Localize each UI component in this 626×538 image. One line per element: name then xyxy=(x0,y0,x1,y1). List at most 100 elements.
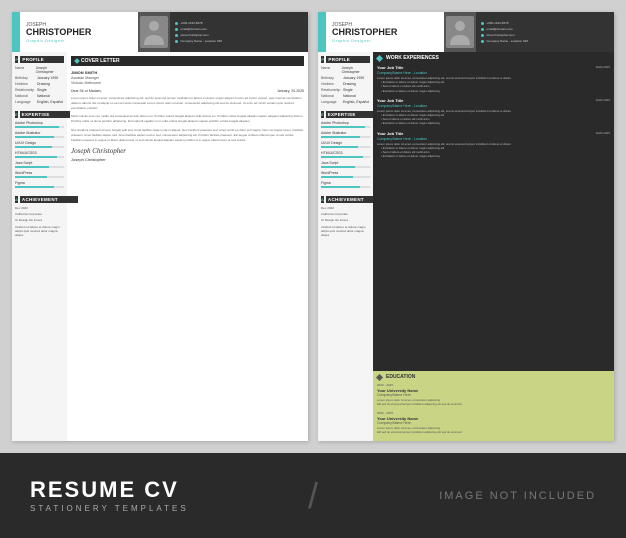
work-diamond-icon xyxy=(376,54,383,61)
dot-icon xyxy=(481,22,484,25)
person-icon xyxy=(144,19,164,45)
expertise-js: Java Script xyxy=(15,161,64,168)
expertise-header: E EXPERTISE xyxy=(15,111,64,118)
achievement-header: A ACHIEVEMENT xyxy=(15,196,64,203)
cover-para3: Nec tincidunt praesent tempor feugiat ve… xyxy=(71,128,304,142)
dot-icon xyxy=(175,34,178,37)
signature-name: Joseph Christopher xyxy=(71,157,304,162)
profile-relationship: Relationship Single xyxy=(15,88,64,92)
signature-area: Joseph Christopher Joseph Christopher xyxy=(71,147,304,162)
left-photo xyxy=(138,12,170,52)
left-body: P PROFILE Name Joseph Christopher Birthd… xyxy=(12,52,308,441)
expertise-wp: WordPress xyxy=(15,171,64,178)
expertise-photoshop: Adobe Photoshop xyxy=(15,121,64,128)
right-contact-address: Company Name - Location 328 xyxy=(481,39,609,43)
cover-city: Victoria, Melbourne xyxy=(71,81,304,85)
expertise-figma: Figma xyxy=(15,181,64,188)
bottom-left: RESUME CV STATIONERY TEMPLATES xyxy=(30,479,288,513)
bottom-right-text: IMAGE NOT INCLUDED xyxy=(338,490,596,502)
right-achievement-section: A ACHIEVEMENT Dec 2020 California Corpor… xyxy=(321,196,370,239)
expertise-section: E EXPERTISE Adobe Photoshop Adobe Illust… xyxy=(15,111,64,191)
edu-title: EDUCATION xyxy=(377,374,610,380)
profile-birthday: Birthday January 1990 xyxy=(15,76,64,80)
right-profile-icon: P xyxy=(321,56,324,63)
profile-name: Name Joseph Christopher xyxy=(15,66,64,74)
dot-icon xyxy=(175,22,178,25)
contact-phone: +000-1234-5678 xyxy=(175,21,303,25)
signature: Joseph Christopher xyxy=(71,147,304,155)
dot-icon xyxy=(175,28,178,31)
expertise-icon: E xyxy=(15,111,18,118)
resumes-section: JOSEPH CHRISTOPHER Graphic Designer xyxy=(0,0,626,453)
cover-title: COVER LETTER xyxy=(71,56,304,66)
cover-para2: Morbi volutis eros nec mollis. Ea conseq… xyxy=(71,114,304,124)
cover-to-name: JIMON SMITH xyxy=(71,70,304,75)
right-profile-header: P PROFILE xyxy=(321,56,370,63)
dot-icon xyxy=(481,28,484,31)
left-job-title: Graphic Designer xyxy=(26,38,132,43)
achievement-icon: A xyxy=(15,196,18,203)
contact-email: email@domain.com xyxy=(175,27,303,31)
profile-hobbies: Hobbies Drawing xyxy=(15,82,64,86)
work-title: WORK EXPERIENCES xyxy=(377,55,610,61)
right-sidebar: P PROFILE Name Joseph Christopher Birthd… xyxy=(318,52,373,441)
left-contact: +000-1234-5678 email@domain.com www.chri… xyxy=(170,12,308,52)
right-contact-phone: +000-1234-5678 xyxy=(481,21,609,25)
profile-national: National National xyxy=(15,94,64,98)
achievement-company: California Corporate xyxy=(15,212,64,216)
right-contact-website: www.christopher.com xyxy=(481,33,609,37)
resume-right: JOSEPH CHRISTOPHER Graphic Designer xyxy=(318,12,614,441)
cover-para1: Lorem ipsum dolor sit amet, consectetur … xyxy=(71,96,304,110)
left-name-area: JOSEPH CHRISTOPHER Graphic Designer xyxy=(20,12,138,52)
work-item-2: Your Job Title 2020-2025 Company/Name He… xyxy=(377,98,610,126)
work-section: WORK EXPERIENCES Your Job Title 2020-202… xyxy=(373,52,614,371)
bottom-right: IMAGE NOT INCLUDED xyxy=(338,490,596,502)
photo-placeholder xyxy=(140,16,168,48)
right-expertise-section: E EXPERTISE Adobe Photoshop Adobe Illust… xyxy=(321,111,370,191)
right-photo-placeholder xyxy=(446,16,474,48)
right-profile-title: PROFILE xyxy=(326,56,370,63)
left-sidebar: P PROFILE Name Joseph Christopher Birthd… xyxy=(12,52,67,441)
right-job-title: Graphic Designer xyxy=(332,38,438,43)
achievement-desc: Incidunt ut labore et dolore magni adipi… xyxy=(15,225,64,238)
right-teal-bar xyxy=(318,12,326,52)
right-photo xyxy=(444,12,476,52)
expertise-html: HTML5/CSS3 xyxy=(15,151,64,158)
left-last-name: CHRISTOPHER xyxy=(26,28,132,37)
work-edu-content: WORK EXPERIENCES Your Job Title 2020-202… xyxy=(373,52,614,441)
dot-icon xyxy=(481,40,484,43)
edu-item-1: 2020 - 2025 Your University Name Company… xyxy=(377,383,610,406)
bottom-subtitle: STATIONERY TEMPLATES xyxy=(30,504,288,513)
bottom-divider: / xyxy=(308,475,318,517)
profile-section: P PROFILE Name Joseph Christopher Birthd… xyxy=(15,56,64,106)
right-achievement-icon: A xyxy=(321,196,324,203)
bottom-bar: RESUME CV STATIONERY TEMPLATES / IMAGE N… xyxy=(0,453,626,538)
work-item-1: Your Job Title 2020-2025 Company/Name He… xyxy=(377,65,610,93)
dot-icon xyxy=(481,34,484,37)
right-contact: +000-1234-5678 email@domain.com www.chri… xyxy=(476,12,614,52)
dot-icon xyxy=(175,40,178,43)
right-header: JOSEPH CHRISTOPHER Graphic Designer xyxy=(318,12,614,52)
expertise-illustrator: Adobe Illustrator xyxy=(15,131,64,138)
profile-header: P PROFILE xyxy=(15,56,64,63)
edu-item-2: 2020 - 2025 Your University Name Company… xyxy=(377,411,610,434)
profile-title: PROFILE xyxy=(20,56,64,63)
achievement-year: Dec 2020 xyxy=(15,206,64,210)
expertise-title: EXPERTISE xyxy=(20,111,70,118)
profile-language: Language English, Español xyxy=(15,100,64,104)
right-achievement-header: A ACHIEVEMENT xyxy=(321,196,370,203)
contact-website: www.christopher.com xyxy=(175,33,303,37)
edu-section: EDUCATION 2020 - 2025 Your University Na… xyxy=(373,371,614,441)
right-expertise-title: EXPERTISE xyxy=(326,111,376,118)
right-contact-email: email@domain.com xyxy=(481,27,609,31)
right-profile-section: P PROFILE Name Joseph Christopher Birthd… xyxy=(321,56,370,106)
right-name-area: JOSEPH CHRISTOPHER Graphic Designer xyxy=(326,12,444,52)
cover-letter-content: COVER LETTER JIMON SMITH Assistan Manage… xyxy=(67,52,308,441)
expertise-uiux: UI/UX Design xyxy=(15,141,64,148)
diamond-icon xyxy=(74,58,80,64)
work-item-3: Your Job Title 2020-2025 Company/Name He… xyxy=(377,131,610,159)
achievement-section: A ACHIEVEMENT Dec 2020 California Corpor… xyxy=(15,196,64,239)
right-last-name: CHRISTOPHER xyxy=(332,28,438,37)
left-teal-bar xyxy=(12,12,20,52)
achievement-award: UI Design Aw Inners xyxy=(15,218,64,222)
